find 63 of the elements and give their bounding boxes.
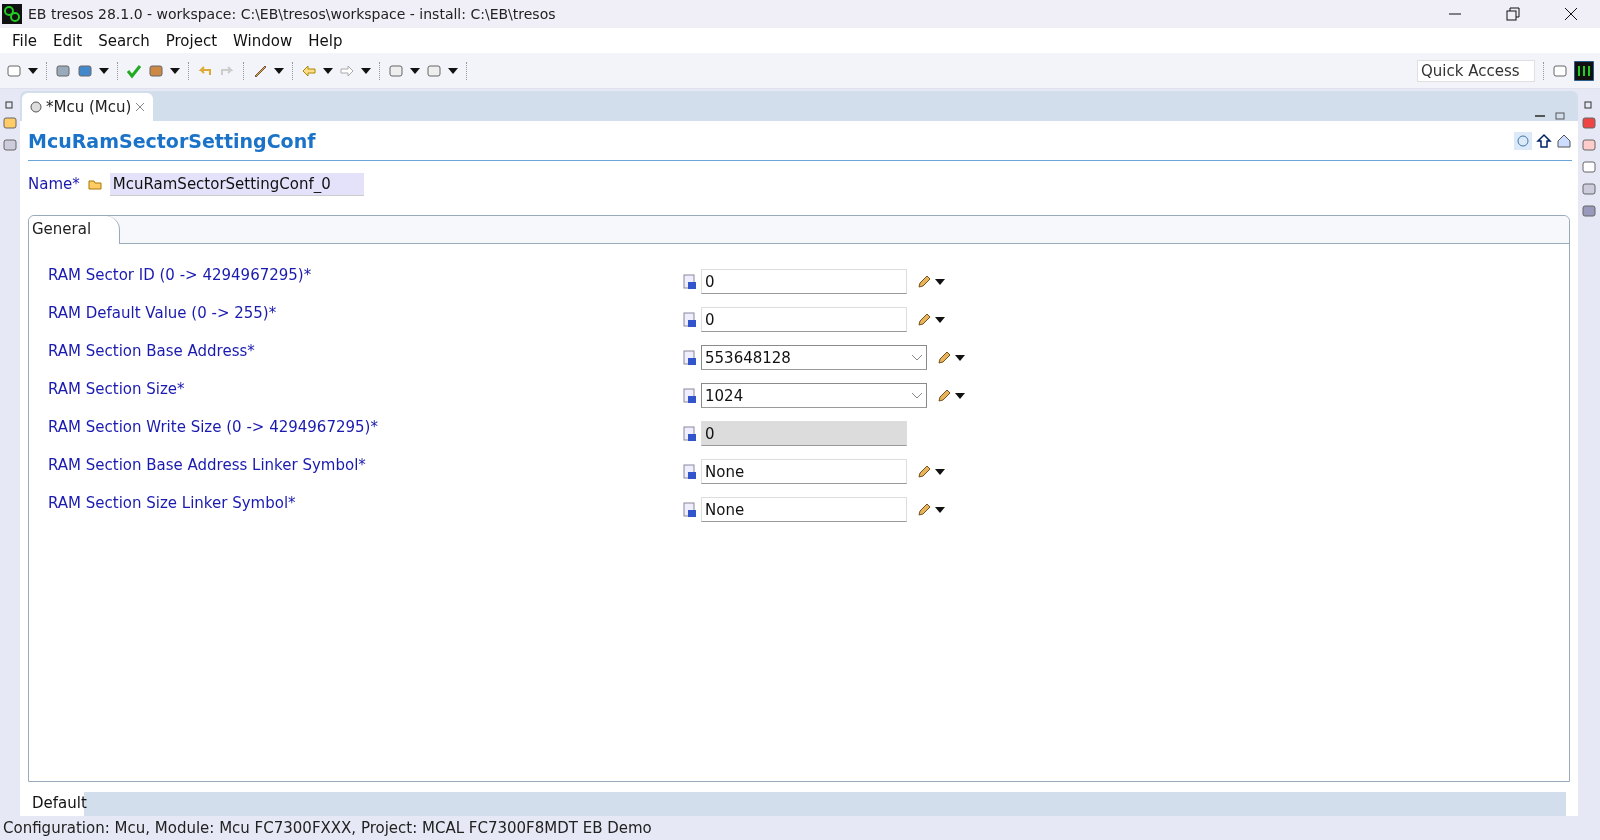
caret-icon[interactable]	[28, 67, 38, 74]
field-label: RAM Default Value (0 -> 255)*	[48, 304, 278, 322]
new-file-icon[interactable]	[6, 62, 22, 79]
field-label: RAM Section Write Size (0 -> 4294967295)*	[48, 418, 379, 436]
field-label: RAM Section Size Linker Symbol*	[48, 494, 297, 512]
input-field[interactable]: None	[701, 497, 907, 522]
chevron-down-icon[interactable]	[911, 353, 923, 362]
quick-access-field[interactable]: Quick Access	[1417, 59, 1535, 82]
caret-icon[interactable]	[935, 316, 945, 323]
document-icon	[683, 501, 697, 518]
section-tab[interactable]: General	[29, 216, 121, 244]
name-field[interactable]: McuRamSectorSettingConf_0	[109, 172, 364, 196]
menu-item[interactable]: Window	[225, 31, 301, 50]
chevron-down-icon[interactable]	[911, 391, 923, 400]
document-icon	[683, 463, 697, 480]
pencil-icon[interactable]	[937, 388, 951, 403]
window-title: EB tresos 28.1.0 - workspace: C:\EB\tresos\workspace - install: C:\EB\tresos	[28, 6, 557, 22]
input-field[interactable]: 0	[701, 307, 907, 332]
caret-icon[interactable]	[323, 67, 333, 74]
caret-icon[interactable]	[410, 67, 420, 74]
pencil-icon[interactable]	[917, 464, 931, 479]
menu-item[interactable]: Edit	[45, 31, 91, 50]
input-field[interactable]: 0	[701, 269, 907, 294]
document-icon	[683, 273, 697, 290]
field-label: RAM Section Size*	[48, 380, 186, 398]
combo-box[interactable]: 553648128	[701, 345, 927, 370]
field-label: RAM Section Base Address Linker Symbol*	[48, 456, 367, 474]
document-icon	[683, 387, 697, 404]
field-label: RAM Sector ID (0 -> 4294967295)*	[48, 266, 313, 284]
menu-item[interactable]: Help	[300, 31, 351, 50]
document-icon	[683, 425, 697, 442]
close-icon[interactable]	[1563, 6, 1579, 22]
gear-icon	[30, 101, 42, 113]
checkmark-icon[interactable]	[126, 62, 142, 79]
menu-item[interactable]: File	[4, 31, 46, 50]
input-field[interactable]: None	[701, 459, 907, 484]
caret-icon[interactable]	[274, 67, 284, 74]
caret-icon[interactable]	[170, 67, 180, 74]
menu-item[interactable]: Search	[90, 31, 158, 50]
status-bar-text: Configuration: Mcu, Module: Mcu FC7300FXXX, Project: MCAL FC7300F8MDT EB Demo	[2, 818, 653, 839]
pencil-icon[interactable]	[917, 502, 931, 517]
pencil-icon[interactable]	[937, 350, 951, 365]
caret-icon[interactable]	[955, 392, 965, 399]
pencil-icon[interactable]	[917, 274, 931, 289]
editor-tab[interactable]: *Mcu (Mcu)	[22, 93, 154, 121]
caret-icon[interactable]	[935, 278, 945, 285]
caret-icon[interactable]	[955, 354, 965, 361]
caret-icon[interactable]	[99, 67, 109, 74]
name-label: Name*	[28, 175, 80, 193]
combo-box[interactable]: 1024	[701, 383, 927, 408]
app-logo-icon	[2, 4, 22, 24]
caret-icon[interactable]	[935, 468, 945, 475]
caret-icon[interactable]	[935, 506, 945, 513]
caret-icon[interactable]	[448, 67, 458, 74]
caret-icon[interactable]	[361, 67, 371, 74]
pencil-icon[interactable]	[917, 312, 931, 327]
menu-item[interactable]: Project	[157, 31, 226, 50]
up-arrow-icon[interactable]	[1536, 132, 1552, 149]
field-label: RAM Section Base Address*	[48, 342, 256, 360]
editor-tab-label: *Mcu (Mcu)	[46, 98, 132, 116]
document-icon	[683, 311, 697, 328]
document-icon	[683, 349, 697, 366]
page-title: McuRamSectorSettingConf	[28, 129, 317, 152]
